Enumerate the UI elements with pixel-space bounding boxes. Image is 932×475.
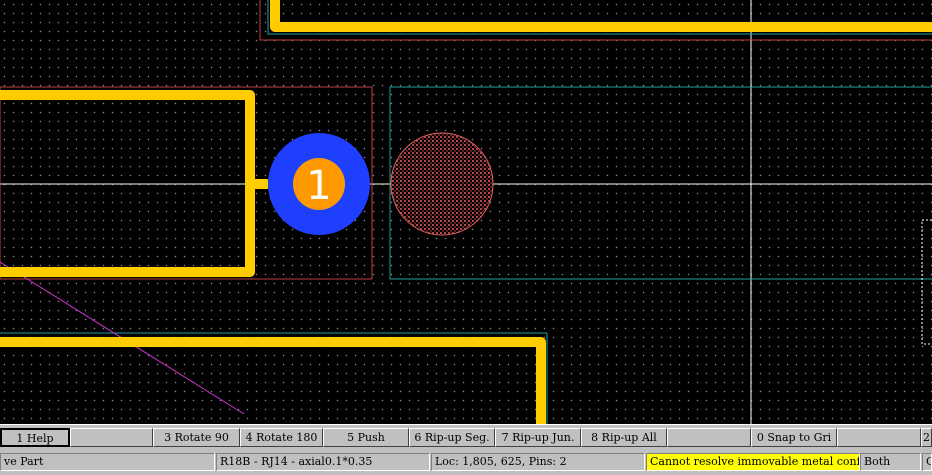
f10-snap-to-grid-button[interactable]: 0 Snap to Gri	[751, 428, 837, 447]
status-component: R18B - RJ14 - axial0.1*0.35	[216, 453, 430, 471]
f6-rip-up-seg-button[interactable]: 6 Rip-up Seg.	[409, 428, 495, 447]
trace-bottom[interactable]	[0, 337, 546, 424]
f12-button[interactable]: 2	[921, 428, 932, 447]
function-key-bar: 1 Help 3 Rotate 90 4 Rotate 180 5 Push 6…	[0, 424, 932, 451]
pad-number-label: 1	[306, 163, 331, 209]
trace-top[interactable]	[270, 0, 932, 32]
f9-button[interactable]	[667, 428, 751, 447]
pcb-canvas[interactable]: 1	[0, 0, 932, 424]
status-layer: Both	[860, 453, 921, 471]
status-bar: ve Part R18B - RJ14 - axial0.1*0.35 Loc:…	[0, 450, 932, 475]
f4-rotate-180-button[interactable]: 4 Rotate 180	[240, 428, 323, 447]
status-mode: ve Part	[0, 453, 215, 471]
status-location: Loc: 1,805, 625, Pins: 2	[431, 453, 645, 471]
f5-push-button[interactable]: 5 Push	[323, 428, 409, 447]
offscreen-part-outline	[921, 219, 932, 345]
f1-help-button[interactable]: 1 Help	[0, 428, 70, 447]
f7-rip-up-jun-button[interactable]: 7 Rip-up Jun.	[495, 428, 581, 447]
f3-rotate-90-button[interactable]: 3 Rotate 90	[153, 428, 240, 447]
status-extra: G	[922, 453, 932, 471]
f2-button[interactable]	[70, 428, 153, 447]
board-layout[interactable]: 1	[0, 0, 932, 424]
ghost-pad-2[interactable]	[390, 132, 494, 236]
f11-button[interactable]	[837, 428, 921, 447]
status-message: Cannot resolve immovable metal conf	[646, 453, 860, 471]
f8-rip-up-all-button[interactable]: 8 Rip-up All	[581, 428, 667, 447]
